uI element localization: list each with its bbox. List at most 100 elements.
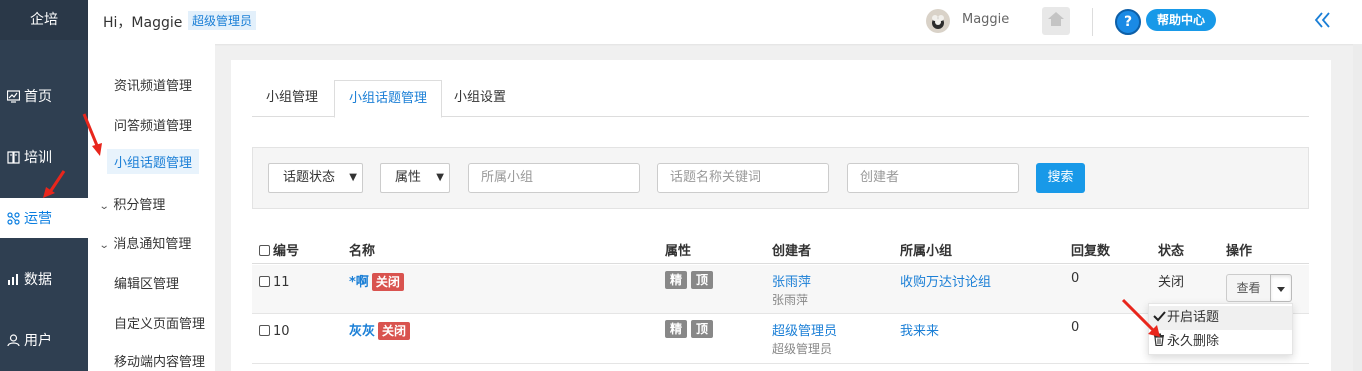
header-name: 名称	[349, 244, 376, 259]
creator-subtext: 超级管理员	[772, 342, 833, 356]
header-actions: 操作	[1226, 244, 1253, 259]
row-id-value: 11	[273, 275, 290, 290]
brand-logo[interactable]: 企培	[0, 0, 88, 40]
top-badge: 顶	[691, 271, 713, 289]
closed-badge: 关闭	[371, 273, 404, 291]
submenu-item-label: 消息通知管理	[113, 237, 192, 252]
tab-group-topics[interactable]: 小组话题管理	[334, 80, 443, 118]
header-creator: 创建者	[772, 244, 812, 259]
row-creator: 超级管理员 超级管理员	[772, 320, 837, 357]
select-all-checkbox[interactable]	[259, 245, 270, 256]
chevron-down-icon: ▼	[436, 172, 444, 183]
submenu-item-news[interactable]: 资讯频道管理	[114, 75, 192, 94]
nav-item-label: 数据	[24, 272, 52, 288]
username[interactable]: Maggie	[962, 12, 1009, 27]
permanent-delete-menu-item[interactable]: 永久删除	[1149, 330, 1292, 354]
annotation-arrow	[43, 170, 66, 198]
submenu-item-qa[interactable]: 问答频道管理	[114, 115, 192, 134]
header-id: 编号	[259, 240, 299, 259]
menu-item-label: 开启话题	[1167, 310, 1220, 325]
filter-bar: 话题状态 ▼ 属性 ▼ 所属小组 话题名称关键词 创建者 搜索	[252, 147, 1309, 209]
search-button[interactable]: 搜索	[1036, 163, 1085, 193]
open-topic-menu-item[interactable]: 开启话题	[1149, 306, 1292, 330]
creator-link[interactable]: 张雨萍	[772, 271, 811, 290]
dashboard-icon	[6, 89, 20, 103]
table-header: 编号 名称 属性 创建者 所属小组 回复数 状态 操作	[252, 232, 1309, 264]
top-badge: 顶	[691, 320, 713, 338]
row-checkbox[interactable]	[259, 325, 270, 336]
submenu-item-notifications[interactable]: ⌄ 消息通知管理	[98, 233, 192, 252]
row-id-value: 10	[273, 324, 290, 339]
home-button[interactable]	[1042, 7, 1070, 35]
topic-status-select[interactable]: 话题状态 ▼	[268, 163, 363, 193]
row-replies: 0	[1071, 271, 1080, 286]
closed-badge: 关闭	[378, 322, 411, 340]
creator-input[interactable]: 创建者	[847, 163, 1019, 193]
collapse-icon[interactable]	[1312, 9, 1334, 31]
nav-item-users[interactable]: 用户	[0, 320, 88, 360]
row-checkbox[interactable]	[259, 276, 270, 287]
tab-groups[interactable]: 小组管理	[252, 80, 332, 118]
nav-item-home[interactable]: 首页	[0, 76, 88, 116]
creator-subtext: 张雨萍	[772, 293, 809, 307]
row-id: 10	[259, 324, 290, 339]
help-icon[interactable]: ?	[1115, 9, 1141, 35]
row-name: 灰灰 关闭	[349, 320, 411, 340]
content-panel: 小组管理 小组话题管理 小组设置 话题状态 ▼ 属性 ▼ 所属小组 话题名称关键…	[231, 60, 1331, 371]
greeting-text: Hi，Maggie	[103, 15, 183, 31]
home-icon	[1047, 11, 1065, 31]
header-replies: 回复数	[1071, 244, 1111, 259]
role-badge: 超级管理员	[188, 11, 257, 30]
actions-dropdown-menu: 开启话题 永久删除	[1148, 303, 1293, 355]
submenu-item-label: 积分管理	[113, 198, 166, 213]
nav-item-label: 运营	[24, 211, 52, 227]
nav-item-operations[interactable]: 运营	[0, 198, 88, 238]
group-link[interactable]: 收购万达讨论组	[900, 271, 991, 290]
nav-item-label: 用户	[24, 333, 52, 349]
attribute-select[interactable]: 属性 ▼	[380, 163, 450, 193]
keyword-input[interactable]: 话题名称关键词	[657, 163, 829, 193]
top-header: Hi，Maggie 超级管理员 Maggie ? 帮助中心	[88, 0, 1362, 44]
chevron-down-icon: ⌄	[98, 240, 110, 251]
header-attr: 属性	[665, 244, 692, 259]
row-replies: 0	[1071, 320, 1080, 335]
submenu-item-custom-page[interactable]: 自定义页面管理	[114, 313, 205, 332]
caret-down-icon	[1277, 281, 1285, 296]
header-status: 状态	[1158, 244, 1185, 259]
topic-title-link[interactable]: 灰灰	[349, 324, 375, 339]
page-scrollbar[interactable]	[1353, 44, 1362, 371]
header-group: 所属小组	[900, 244, 953, 259]
tab-bar: 小组管理 小组话题管理 小组设置	[252, 80, 1309, 118]
avatar[interactable]	[926, 9, 950, 33]
nav-item-label: 首页	[24, 89, 52, 105]
essence-badge: 精	[665, 271, 687, 289]
creator-link[interactable]: 超级管理员	[772, 320, 837, 339]
nav-item-label: 培训	[24, 150, 52, 166]
topic-title-link[interactable]: *啊	[349, 275, 369, 290]
bar-chart-icon	[6, 272, 20, 286]
help-center-button[interactable]: 帮助中心	[1146, 9, 1217, 31]
header-divider	[1092, 8, 1093, 36]
group-input[interactable]: 所属小组	[468, 163, 640, 193]
actions-dropdown-toggle[interactable]	[1270, 274, 1292, 302]
menu-item-label: 永久删除	[1167, 334, 1220, 349]
select-value: 话题状态	[283, 170, 336, 185]
annotation-arrow	[82, 113, 102, 156]
submenu-item-editor[interactable]: 编辑区管理	[114, 273, 179, 292]
view-button[interactable]: 查看	[1226, 274, 1271, 302]
secondary-menu: 资讯频道管理 问答频道管理 小组话题管理 ⌄ 积分管理 ⌄ 消息通知管理 编辑区管理…	[88, 44, 215, 371]
submenu-item-group-topics[interactable]: 小组话题管理	[107, 149, 200, 174]
book-icon	[6, 150, 20, 164]
row-attributes: 精顶	[665, 271, 717, 289]
row-creator: 张雨萍 张雨萍	[772, 271, 811, 308]
select-value: 属性	[395, 170, 422, 185]
row-attributes: 精顶	[665, 320, 717, 338]
group-link[interactable]: 我来来	[900, 320, 939, 339]
row-status: 关闭	[1158, 275, 1185, 290]
submenu-item-mobile[interactable]: 移动端内容管理	[114, 351, 205, 370]
annotation-arrow	[1121, 298, 1160, 337]
nav-item-data[interactable]: 数据	[0, 259, 88, 299]
submenu-item-points[interactable]: ⌄ 积分管理	[99, 194, 166, 213]
tab-group-settings[interactable]: 小组设置	[440, 80, 520, 118]
user-icon	[6, 333, 20, 347]
